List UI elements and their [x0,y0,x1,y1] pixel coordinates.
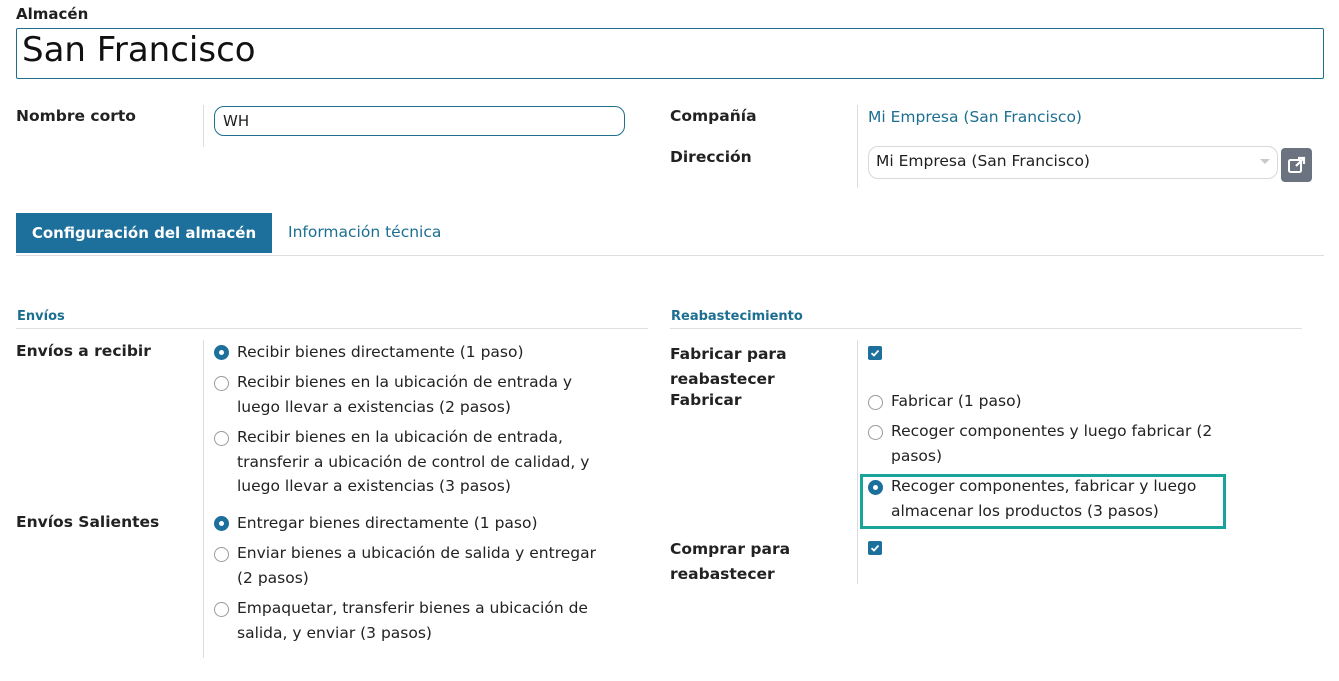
warehouse-name-value: San Francisco [22,30,256,70]
divider [203,340,204,658]
incoming-option-2-radio[interactable] [214,376,229,391]
incoming-option-2-label[interactable]: Recibir bienes en la ubicación de entrad… [237,370,572,419]
incoming-option-3-label[interactable]: Recibir bienes en la ubicación de entrad… [237,425,589,499]
outgoing-option-2-radio[interactable] [214,547,229,562]
option-text: Recibir bienes en la ubicación de entrad… [237,373,573,391]
address-label: Dirección [670,148,752,166]
company-label: Compañía [670,107,757,125]
incoming-option-1-radio[interactable] [214,345,229,360]
buy-replenish-checkbox[interactable] [868,541,882,555]
tabs-divider [16,255,1324,256]
manufacture-option-1-label[interactable]: Fabricar (1 paso) [891,389,1022,414]
option-text: Recibir bienes en la ubicación de entrad… [237,428,563,446]
incoming-shipments-label: Envíos a recibir [16,342,151,360]
label-text: reabastecer [670,369,775,388]
outgoing-option-1-label[interactable]: Entregar bienes directamente (1 paso) [237,511,538,536]
label-text: Comprar para [670,540,791,558]
divider [203,105,204,147]
warehouse-label: Almacén [16,5,89,23]
option-text: Recibir bienes directamente (1 paso) [237,343,524,361]
outgoing-shipments-label: Envíos Salientes [16,513,160,531]
address-select[interactable]: Mi Empresa (San Francisco) [868,146,1278,179]
incoming-option-3-radio[interactable] [214,431,229,446]
highlight-box [860,474,1226,529]
option-text: luego llevar a existencias (3 pasos) [237,477,511,495]
manufacture-steps-label: Fabricar [670,391,742,409]
manufacture-replenish-checkbox[interactable] [868,346,882,360]
incoming-option-1-label[interactable]: Recibir bienes directamente (1 paso) [237,340,524,365]
company-link[interactable]: Mi Empresa (San Francisco) [868,108,1082,126]
manufacture-replenish-label: Fabricar para reabastecer [670,342,787,391]
option-text: Entregar bienes directamente (1 paso) [237,514,538,532]
outgoing-option-2-label[interactable]: Enviar bienes a ubicación de salida y en… [237,541,596,590]
option-text: Fabricar (1 paso) [891,392,1022,410]
external-link-icon [1287,156,1305,173]
manufacture-option-1-radio[interactable] [868,395,883,410]
tab-technical-info[interactable]: Información técnica [288,223,441,241]
chevron-down-icon [1260,159,1270,164]
option-text: (2 pasos) [237,568,309,587]
label-text: Fabricar para [670,345,787,363]
outgoing-option-3-radio[interactable] [214,602,229,617]
option-text: salida, y enviar (3 pasos) [237,623,432,642]
address-select-value: Mi Empresa (San Francisco) [876,152,1090,170]
option-text: luego llevar a existencias (2 pasos) [237,397,511,416]
option-text: Recoger componentes y luego fabricar (2 [891,422,1213,440]
checkmark-icon [870,544,880,552]
tab-warehouse-config[interactable]: Configuración del almacén [16,213,272,253]
outgoing-option-3-label[interactable]: Empaquetar, transferir bienes a ubicació… [237,596,588,645]
checkmark-icon [870,349,880,357]
divider [857,105,858,188]
manufacture-option-2-radio[interactable] [868,425,883,440]
section-divider [670,328,1302,329]
short-name-label: Nombre corto [16,107,136,125]
option-text: Enviar bienes a ubicación de salida y en… [237,544,596,562]
divider [857,340,858,584]
buy-replenish-label: Comprar para reabastecer [670,537,790,586]
option-text: transferir a ubicación de control de cal… [237,452,590,471]
section-divider [16,328,648,329]
shipments-section-title: Envíos [17,309,65,324]
short-name-input[interactable]: WH [214,106,625,136]
manufacture-option-2-label[interactable]: Recoger componentes y luego fabricar (2 … [891,419,1212,468]
external-link-button[interactable] [1281,148,1312,182]
label-text: reabastecer [670,564,775,583]
replenishment-section-title: Reabastecimiento [671,309,803,324]
option-text: pasos) [891,446,943,465]
outgoing-option-1-radio[interactable] [214,516,229,531]
option-text: Empaquetar, transferir bienes a ubicació… [237,599,588,617]
